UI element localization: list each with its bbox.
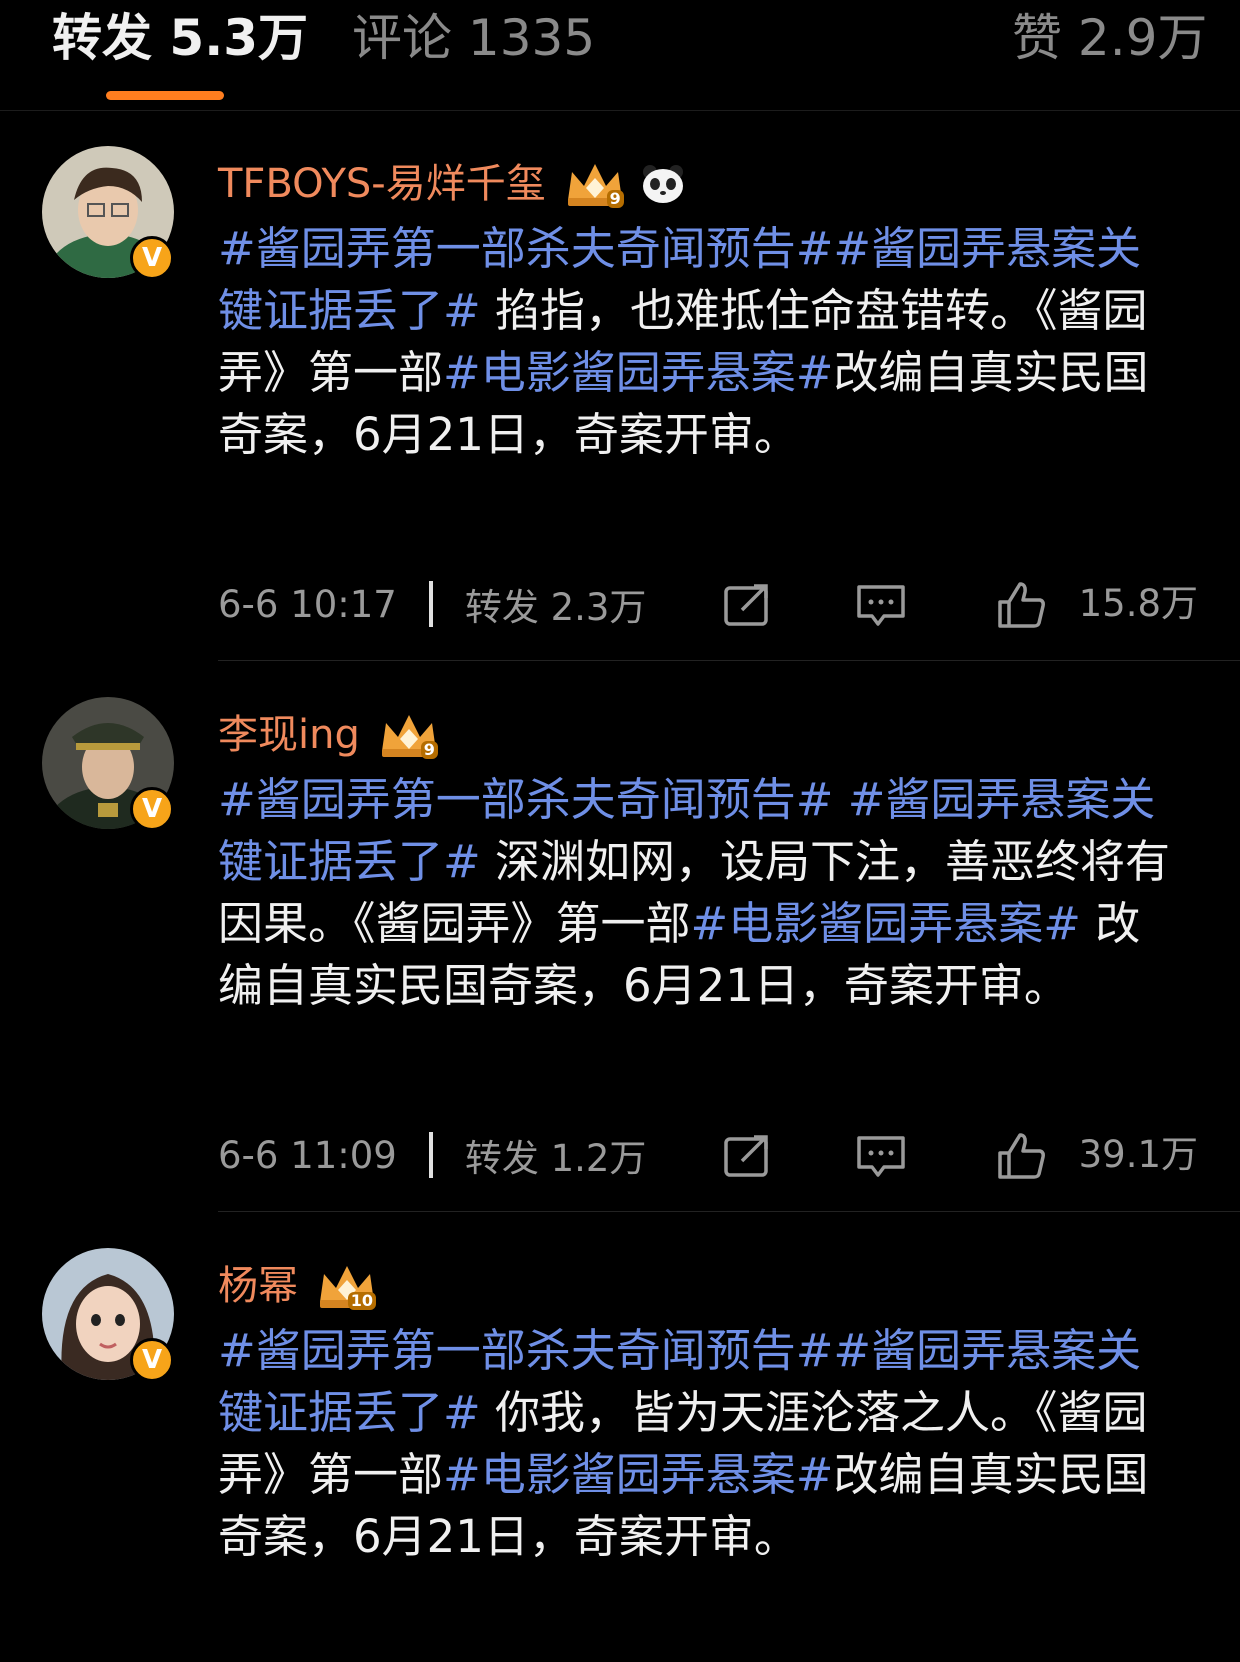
thumbs-up-icon[interactable]: [994, 1131, 1048, 1181]
topic-link[interactable]: #电影酱园弄悬案#: [443, 1448, 833, 1501]
crown-level-icon: 9: [378, 709, 440, 761]
like-count: 15.8万: [1078, 582, 1198, 625]
divider: [218, 660, 1240, 661]
username[interactable]: TFBOYS-易烊千玺: [218, 159, 546, 209]
share-icon[interactable]: [720, 580, 774, 630]
crown-level-icon: 9: [564, 158, 626, 210]
comment-icon[interactable]: [854, 1131, 908, 1181]
crown-level-icon: 10: [316, 1260, 378, 1312]
timestamp: 6-6 10:17: [218, 582, 397, 626]
divider: [428, 1132, 433, 1178]
tab-repost[interactable]: 转发 5.3万: [52, 8, 308, 68]
like-count: 39.1万: [1078, 1133, 1198, 1176]
post-meta: 6-6 11:09 转发 1.2万 39.1万: [218, 1127, 1198, 1183]
timestamp: 6-6 11:09: [218, 1133, 397, 1177]
comment-icon[interactable]: [854, 580, 908, 630]
username[interactable]: 李现ing: [218, 710, 360, 760]
post-text: #酱园弄第一部杀夫奇闻预告##酱园弄悬案关键证据丢了# 你我，皆为天涯沦落之人。…: [218, 1324, 1149, 1563]
post-text: #酱园弄第一部杀夫奇闻预告# #酱园弄悬案关键证据丢了# 深渊如网，设局下注，善…: [218, 773, 1171, 1012]
verified-badge-icon: V: [130, 1338, 174, 1382]
post-text: #酱园弄第一部杀夫奇闻预告##酱园弄悬案关键证据丢了# 掐指，也难抵住命盘错转。…: [218, 222, 1149, 461]
repost-count: 转发 2.3万: [464, 586, 647, 629]
topic-link[interactable]: #电影酱园弄悬案#: [691, 897, 1081, 950]
active-tab-indicator: [106, 91, 224, 100]
verified-badge-icon: V: [130, 236, 174, 280]
topic-link[interactable]: #电影酱园弄悬案#: [443, 346, 833, 399]
panda-icon: [640, 163, 686, 205]
post-meta: 6-6 10:17 转发 2.3万 15.8万: [218, 576, 1198, 632]
divider: [428, 581, 433, 627]
repost-count: 转发 1.2万: [464, 1137, 647, 1180]
share-icon[interactable]: [720, 1131, 774, 1181]
divider: [218, 1211, 1240, 1212]
tab-like[interactable]: 赞 2.9万: [1012, 8, 1207, 68]
username[interactable]: 杨幂: [218, 1261, 298, 1311]
tab-comment[interactable]: 评论 1335: [352, 8, 595, 68]
verified-badge-icon: V: [130, 787, 174, 831]
thumbs-up-icon[interactable]: [994, 580, 1048, 630]
tab-bar: 转发 5.3万 评论 1335 赞 2.9万: [0, 0, 1240, 111]
